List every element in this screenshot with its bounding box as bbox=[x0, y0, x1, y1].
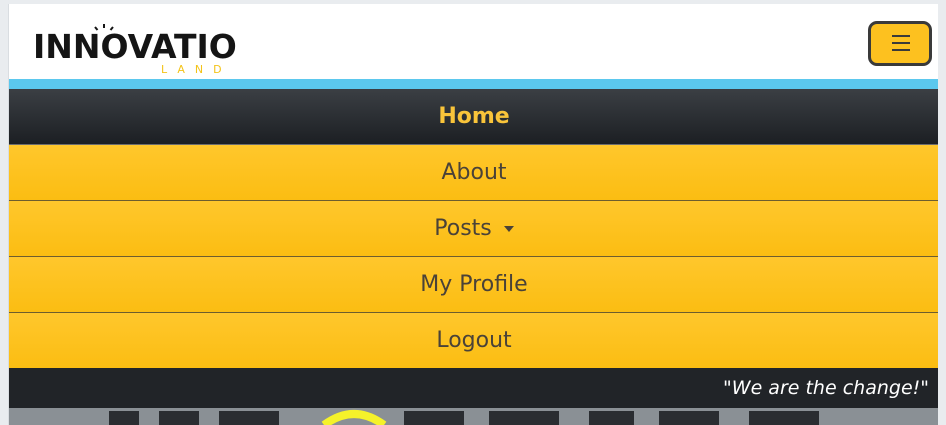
nav-item-home[interactable]: Home bbox=[9, 89, 938, 145]
nav-item-posts[interactable]: Posts bbox=[9, 201, 938, 257]
nav-item-label: Posts bbox=[434, 216, 492, 241]
tagline-text: "We are the change!" bbox=[723, 377, 929, 399]
innovation-land-logo[interactable]: INNOVATION LAND bbox=[33, 22, 238, 74]
site-header: INNOVATION LAND bbox=[9, 4, 938, 79]
svg-text:LAND: LAND bbox=[161, 63, 232, 74]
nav-item-label: About bbox=[441, 160, 507, 185]
svg-text:INNOVATION: INNOVATION bbox=[33, 27, 238, 66]
tagline-bar: "We are the change!" bbox=[9, 368, 938, 408]
nav-item-label: Home bbox=[438, 104, 510, 129]
hero-logo-graphic bbox=[9, 408, 938, 425]
hamburger-menu-icon bbox=[892, 35, 910, 37]
nav-item-about[interactable]: About bbox=[9, 145, 938, 201]
nav-item-my-profile[interactable]: My Profile bbox=[9, 257, 938, 313]
main-nav-menu: Home About Posts My Profile Logout bbox=[9, 89, 938, 369]
hero-banner-image bbox=[9, 408, 938, 425]
page-frame: INNOVATION LAND Home About Posts My Pro bbox=[8, 4, 938, 425]
caret-down-icon bbox=[503, 225, 514, 232]
nav-item-label: Logout bbox=[436, 328, 512, 353]
navbar-toggle-button[interactable] bbox=[868, 21, 932, 66]
nav-item-logout[interactable]: Logout bbox=[9, 313, 938, 369]
header-accent-line bbox=[9, 79, 938, 89]
nav-item-label: My Profile bbox=[420, 272, 528, 297]
